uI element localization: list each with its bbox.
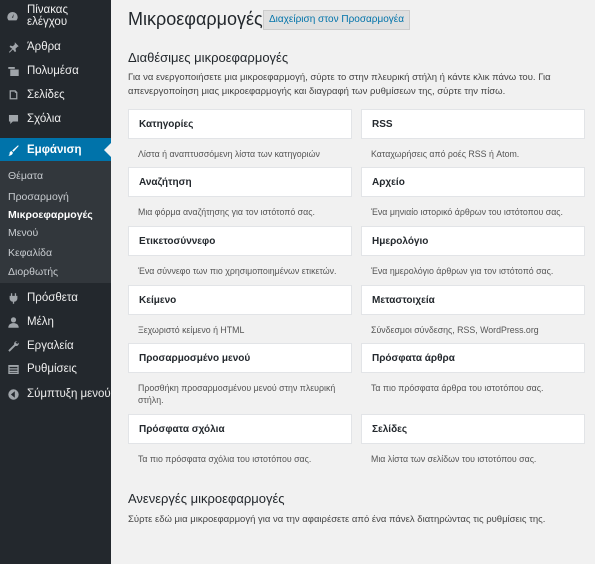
submenu-item-widgets[interactable]: Μικροεφαρμογές xyxy=(8,209,93,221)
admin-sidebar: Πίνακας ελέγχου Άρθρα Πολυμέσα Σελίδες Σ… xyxy=(0,0,111,564)
menu-label: Πίνακας ελέγχου xyxy=(26,4,68,28)
submenu-item-themes[interactable]: Θέματα xyxy=(8,170,43,182)
widget-text[interactable]: Κείμενο xyxy=(128,285,352,315)
menu-label: Πολυμέσα xyxy=(27,65,79,77)
menu-item-users[interactable]: Μέλη xyxy=(0,310,111,334)
appearance-submenu: Θέματα Προσαρμογή Μικροεφαρμογές Μενού Κ… xyxy=(0,161,111,283)
menu-item-plugins[interactable]: Πρόσθετα xyxy=(0,286,111,310)
menu-item-comments[interactable]: Σχόλια xyxy=(0,107,111,131)
available-widgets-description: Για να ενεργοποιήσετε μια μικροεφαρμογή,… xyxy=(128,72,551,97)
submenu-item-customize[interactable]: Προσαρμογή xyxy=(8,191,69,203)
menu-item-pages[interactable]: Σελίδες xyxy=(0,83,111,107)
menu-label: Άρθρα xyxy=(27,41,61,53)
widget-custom-menu[interactable]: Προσαρμοσμένο μενού xyxy=(128,343,352,373)
widget-description: Καταχωρήσεις από ροές RSS ή Atom. xyxy=(371,149,520,159)
pin-icon xyxy=(6,40,20,54)
brush-icon xyxy=(6,143,20,157)
widget-description: Τα πιο πρόσφατα άρθρα του ιστοτόπου σας. xyxy=(371,383,544,393)
plugins-icon xyxy=(6,291,20,305)
menu-label: Μέλη xyxy=(27,316,54,328)
menu-item-posts[interactable]: Άρθρα xyxy=(0,35,111,59)
widget-title: Πρόσφατα άρθρα xyxy=(372,353,455,364)
widget-search[interactable]: Αναζήτηση xyxy=(128,167,352,197)
widget-description: Μια φόρμα αναζήτησης για τον ιστότοπό σα… xyxy=(138,207,315,217)
menu-item-dashboard[interactable]: Πίνακας ελέγχου xyxy=(0,4,111,28)
comments-icon xyxy=(6,112,20,126)
widget-title: Μεταστοιχεία xyxy=(372,295,435,306)
widget-description: Προσθήκη προσαρμοσμένου μενού στην πλευρ… xyxy=(138,383,336,405)
menu-label: Σχόλια xyxy=(27,113,61,125)
widget-title: RSS xyxy=(372,119,393,130)
settings-icon xyxy=(6,362,20,376)
widget-description: Σύνδεσμοι σύνδεσης, RSS, WordPress.org xyxy=(371,325,539,335)
media-icon xyxy=(6,64,20,78)
submenu-item-editor[interactable]: Διορθωτής xyxy=(8,266,58,278)
wrench-icon xyxy=(6,339,20,353)
submenu-item-header[interactable]: Κεφαλίδα xyxy=(8,247,52,259)
menu-item-settings[interactable]: Ρυθμίσεις xyxy=(0,357,111,381)
widget-description: Ένα ημερολόγιο άρθρων για τον ιστότοπό σ… xyxy=(371,266,554,276)
widget-title: Κείμενο xyxy=(139,295,177,306)
widget-recent-comments[interactable]: Πρόσφατα σχόλια xyxy=(128,414,352,444)
dashboard-icon xyxy=(6,9,20,23)
menu-label: Ρυθμίσεις xyxy=(27,363,77,375)
widget-description: Ένα σύννεφο των πιο χρησιμοποιημένων ετι… xyxy=(138,266,337,276)
widget-title: Ημερολόγιο xyxy=(372,236,429,247)
available-widgets-title: Διαθέσιμες μικροεφαρμογές xyxy=(128,50,289,65)
widget-title: Αρχείο xyxy=(372,177,405,188)
widget-description: Μια λίστα των σελίδων του ιστοτόπου σας. xyxy=(371,454,537,464)
menu-label: Σελίδες xyxy=(27,89,65,101)
widget-title: Σελίδες xyxy=(372,424,408,435)
widget-description: Ξεχωριστό κείμενο ή HTML xyxy=(138,325,245,335)
menu-label: Εμφάνιση xyxy=(27,144,82,156)
menu-item-appearance[interactable]: Εμφάνιση xyxy=(0,138,111,162)
widget-rss[interactable]: RSS xyxy=(361,109,585,139)
main-content: Μικροεφαρμογές Διαχείριση στον Προσαρμογ… xyxy=(111,0,595,564)
manage-in-customizer-button[interactable]: Διαχείριση στον Προσαρμογέα xyxy=(263,10,411,30)
widget-description: Λίστα ή αναπτυσσόμενη λίστα των κατηγορι… xyxy=(138,149,320,159)
collapse-icon xyxy=(6,387,20,401)
widget-title: Αναζήτηση xyxy=(139,177,192,188)
widget-meta[interactable]: Μεταστοιχεία xyxy=(361,285,585,315)
collapse-menu-button[interactable]: Σύμπτυξη μενού xyxy=(0,382,111,406)
inactive-widgets-dropzone[interactable]: Σύρτε εδώ μια μικροεφαρμογή για να την α… xyxy=(128,513,583,527)
pages-icon xyxy=(6,88,20,102)
menu-label: Εργαλεία xyxy=(27,340,74,352)
widget-archives[interactable]: Αρχείο xyxy=(361,167,585,197)
users-icon xyxy=(6,315,20,329)
widget-title: Πρόσφατα σχόλια xyxy=(139,424,225,435)
widget-recent-posts[interactable]: Πρόσφατα άρθρα xyxy=(361,343,585,373)
page-title: Μικροεφαρμογές xyxy=(128,9,263,29)
submenu-item-menus[interactable]: Μενού xyxy=(8,227,38,239)
widget-title: Προσαρμοσμένο μενού xyxy=(139,353,251,364)
widget-description: Τα πιο πρόσφατα σχόλια του ιστοτόπου σας… xyxy=(138,454,312,464)
menu-label: Πρόσθετα xyxy=(27,292,78,304)
menu-item-media[interactable]: Πολυμέσα xyxy=(0,59,111,83)
widget-calendar[interactable]: Ημερολόγιο xyxy=(361,226,585,256)
widget-title: Κατηγορίες xyxy=(139,119,194,130)
widget-description: Ένα μηνιαίο ιστορικό άρθρων του ιστότοπο… xyxy=(371,207,563,217)
inactive-widgets-title: Ανενεργές μικροεφαρμογές xyxy=(128,491,285,506)
widget-title: Ετικετοσύννεφο xyxy=(139,236,216,247)
widget-tag-cloud[interactable]: Ετικετοσύννεφο xyxy=(128,226,352,256)
widget-categories[interactable]: Κατηγορίες xyxy=(128,109,352,139)
menu-label: Σύμπτυξη μενού xyxy=(27,388,111,400)
widget-pages[interactable]: Σελίδες xyxy=(361,414,585,444)
menu-item-tools[interactable]: Εργαλεία xyxy=(0,334,111,358)
